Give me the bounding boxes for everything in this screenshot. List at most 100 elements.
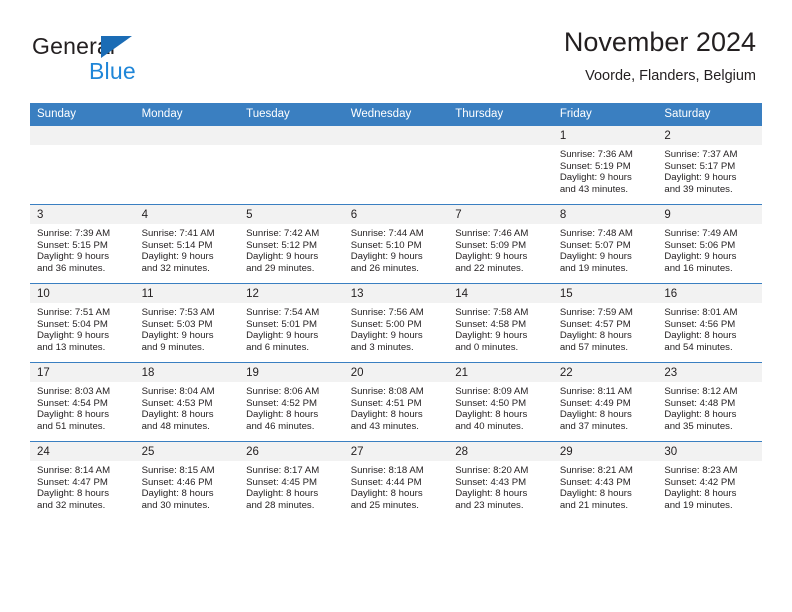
daylight-duration-line1: Daylight: 9 hours xyxy=(350,251,423,263)
calendar-day-cell[interactable]: 3 Sunrise: 7:39 AM Sunset: 5:15 PM Daylight… xyxy=(30,204,135,284)
day-number: 25 xyxy=(134,442,240,461)
daylight-duration-line1: Daylight: 9 hours xyxy=(37,251,109,263)
daylight-duration-line1: Daylight: 9 hours xyxy=(559,172,632,184)
sunset-time: Sunset: 5:06 PM xyxy=(664,239,736,251)
calendar-day-cell[interactable]: 9 Sunrise: 7:49 AM Sunset: 5:06 PM Daylight… xyxy=(657,204,762,284)
location-subtitle: Voorde, Flanders, Belgium xyxy=(585,68,756,84)
day-details: Sunrise: 8:18 AM Sunset: 4:44 PM Daylight:… xyxy=(344,461,449,511)
calendar-day-cell[interactable]: 20 Sunrise: 8:08 AM Sunset: 4:51 PM Dayligh… xyxy=(343,362,449,442)
weekday-header-wednesday: Wednesday xyxy=(343,103,449,126)
daylight-duration-line2: and 21 minutes. xyxy=(559,499,629,511)
calendar-day-cell[interactable]: 21 Sunrise: 8:09 AM Sunset: 4:50 PM Dayligh… xyxy=(448,362,553,442)
calendar-day-cell[interactable]: 22 Sunrise: 8:11 AM Sunset: 4:49 PM Dayligh… xyxy=(552,362,658,442)
page-header: General Blue November 2024 Voorde, Fland… xyxy=(0,0,792,103)
day-details: Sunrise: 8:09 AM Sunset: 4:50 PM Daylight:… xyxy=(448,382,553,432)
sunset-time: Sunset: 4:51 PM xyxy=(350,397,422,409)
calendar-weekday-header: Sunday Monday Tuesday Wednesday Thursday… xyxy=(30,103,762,126)
sunrise-time: Sunrise: 7:41 AM xyxy=(141,228,215,239)
daylight-duration-line2: and 22 minutes. xyxy=(455,262,524,274)
day-details: Sunrise: 7:37 AM Sunset: 5:17 PM Daylight:… xyxy=(657,145,762,195)
blue-triangle-icon xyxy=(101,36,132,58)
daylight-duration-line1: Daylight: 9 hours xyxy=(246,251,319,263)
calendar-day-cell[interactable]: 1 Sunrise: 7:36 AM Sunset: 5:19 PM Daylight… xyxy=(552,125,658,205)
sunset-time: Sunset: 4:43 PM xyxy=(559,476,631,488)
day-details: Sunrise: 8:08 AM Sunset: 4:51 PM Daylight:… xyxy=(344,382,449,432)
calendar-day-cell[interactable]: 2 Sunrise: 7:37 AM Sunset: 5:17 PM Daylight… xyxy=(657,125,762,205)
day-number xyxy=(30,126,135,145)
day-number: 5 xyxy=(239,205,344,224)
daylight-duration-line1: Daylight: 8 hours xyxy=(455,409,528,421)
sunset-time: Sunset: 4:58 PM xyxy=(455,318,527,330)
calendar-day-cell[interactable]: 30 Sunrise: 8:23 AM Sunset: 4:42 PM Dayligh… xyxy=(657,441,762,520)
daylight-duration-line1: Daylight: 8 hours xyxy=(664,409,737,421)
calendar-day-cell[interactable]: 15 Sunrise: 7:59 AM Sunset: 4:57 PM Dayligh… xyxy=(552,283,658,363)
day-number: 7 xyxy=(448,205,553,224)
sunrise-time: Sunrise: 7:44 AM xyxy=(350,228,424,239)
daylight-duration-line2: and 26 minutes. xyxy=(350,262,419,274)
daylight-duration-line1: Daylight: 8 hours xyxy=(559,330,632,342)
day-details: Sunrise: 8:11 AM Sunset: 4:49 PM Daylight:… xyxy=(553,382,658,432)
daylight-duration-line2: and 54 minutes. xyxy=(664,341,733,353)
weekday-header-row: Sunday Monday Tuesday Wednesday Thursday… xyxy=(30,103,762,126)
daylight-duration-line1: Daylight: 8 hours xyxy=(141,409,214,421)
sunset-time: Sunset: 5:19 PM xyxy=(559,160,631,172)
logo-text-blue: Blue xyxy=(89,58,136,84)
day-details: Sunrise: 7:46 AM Sunset: 5:09 PM Daylight:… xyxy=(448,224,553,274)
sunrise-sunset-calendar: Sunday Monday Tuesday Wednesday Thursday… xyxy=(30,103,762,520)
calendar-day-cell[interactable]: 5 Sunrise: 7:42 AM Sunset: 5:12 PM Daylight… xyxy=(239,204,344,284)
calendar-day-cell[interactable]: 29 Sunrise: 8:21 AM Sunset: 4:43 PM Dayligh… xyxy=(552,441,658,520)
daylight-duration-line1: Daylight: 8 hours xyxy=(246,409,319,421)
calendar-day-cell[interactable]: 10 Sunrise: 7:51 AM Sunset: 5:04 PM Dayligh… xyxy=(30,283,135,363)
sunrise-time: Sunrise: 8:12 AM xyxy=(664,386,738,397)
day-number: 22 xyxy=(552,363,658,382)
day-number: 17 xyxy=(30,363,135,382)
day-number xyxy=(134,126,240,145)
daylight-duration-line2: and 9 minutes. xyxy=(141,341,205,353)
sunrise-time: Sunrise: 8:04 AM xyxy=(141,386,215,397)
daylight-duration-line2: and 40 minutes. xyxy=(455,420,524,432)
calendar-day-cell[interactable]: 7 Sunrise: 7:46 AM Sunset: 5:09 PM Daylight… xyxy=(448,204,553,284)
day-number: 6 xyxy=(343,205,449,224)
calendar-day-cell[interactable]: 6 Sunrise: 7:44 AM Sunset: 5:10 PM Daylight… xyxy=(343,204,449,284)
daylight-duration-line1: Daylight: 8 hours xyxy=(246,488,319,500)
daylight-duration-line1: Daylight: 8 hours xyxy=(37,488,109,500)
day-number: 15 xyxy=(552,284,658,303)
calendar-day-cell[interactable]: 23 Sunrise: 8:12 AM Sunset: 4:48 PM Dayligh… xyxy=(657,362,762,442)
daylight-duration-line1: Daylight: 9 hours xyxy=(455,330,528,342)
daylight-duration-line2: and 43 minutes. xyxy=(559,183,629,195)
day-number: 10 xyxy=(30,284,135,303)
day-details: Sunrise: 7:53 AM Sunset: 5:03 PM Daylight:… xyxy=(135,303,240,353)
calendar-day-cell[interactable]: 4 Sunrise: 7:41 AM Sunset: 5:14 PM Daylight… xyxy=(134,204,240,284)
calendar-day-cell[interactable]: 28 Sunrise: 8:20 AM Sunset: 4:43 PM Dayligh… xyxy=(448,441,553,520)
calendar-day-cell[interactable]: 27 Sunrise: 8:18 AM Sunset: 4:44 PM Dayligh… xyxy=(343,441,449,520)
sunrise-time: Sunrise: 7:58 AM xyxy=(455,307,529,318)
sunset-time: Sunset: 5:15 PM xyxy=(37,239,108,251)
weekday-header-thursday: Thursday xyxy=(448,103,553,126)
day-details: Sunrise: 8:01 AM Sunset: 4:56 PM Daylight:… xyxy=(657,303,762,353)
calendar-day-cell[interactable]: 24 Sunrise: 8:14 AM Sunset: 4:47 PM Dayligh… xyxy=(30,441,135,520)
day-details: Sunrise: 7:51 AM Sunset: 5:04 PM Daylight:… xyxy=(30,303,135,353)
day-number: 28 xyxy=(448,442,553,461)
calendar-day-cell[interactable]: 18 Sunrise: 8:04 AM Sunset: 4:53 PM Dayligh… xyxy=(134,362,240,442)
daylight-duration-line1: Daylight: 8 hours xyxy=(350,409,423,421)
calendar-day-cell[interactable]: 19 Sunrise: 8:06 AM Sunset: 4:52 PM Dayligh… xyxy=(239,362,344,442)
calendar-day-cell[interactable]: 13 Sunrise: 7:56 AM Sunset: 5:00 PM Dayligh… xyxy=(343,283,449,363)
day-details: Sunrise: 8:03 AM Sunset: 4:54 PM Daylight:… xyxy=(30,382,135,432)
day-details: Sunrise: 8:14 AM Sunset: 4:47 PM Daylight:… xyxy=(30,461,135,511)
calendar-day-cell[interactable]: 25 Sunrise: 8:15 AM Sunset: 4:46 PM Dayligh… xyxy=(134,441,240,520)
calendar-day-cell[interactable]: 12 Sunrise: 7:54 AM Sunset: 5:01 PM Dayligh… xyxy=(239,283,344,363)
sunset-time: Sunset: 5:03 PM xyxy=(141,318,213,330)
calendar-day-cell[interactable]: 17 Sunrise: 8:03 AM Sunset: 4:54 PM Dayligh… xyxy=(30,362,135,442)
daylight-duration-line2: and 30 minutes. xyxy=(141,499,210,511)
day-details: Sunrise: 8:20 AM Sunset: 4:43 PM Daylight:… xyxy=(448,461,553,511)
calendar-day-cell[interactable]: 16 Sunrise: 8:01 AM Sunset: 4:56 PM Dayligh… xyxy=(657,283,762,363)
day-number: 20 xyxy=(343,363,449,382)
sunrise-time: Sunrise: 7:42 AM xyxy=(246,228,320,239)
calendar-day-cell[interactable]: 11 Sunrise: 7:53 AM Sunset: 5:03 PM Dayligh… xyxy=(134,283,240,363)
daylight-duration-line2: and 28 minutes. xyxy=(246,499,315,511)
calendar-day-cell[interactable]: 14 Sunrise: 7:58 AM Sunset: 4:58 PM Dayligh… xyxy=(448,283,553,363)
day-number: 27 xyxy=(343,442,449,461)
calendar-day-cell[interactable]: 26 Sunrise: 8:17 AM Sunset: 4:45 PM Dayligh… xyxy=(239,441,344,520)
calendar-day-cell[interactable]: 8 Sunrise: 7:48 AM Sunset: 5:07 PM Daylight… xyxy=(552,204,658,284)
day-details: Sunrise: 7:41 AM Sunset: 5:14 PM Daylight:… xyxy=(135,224,240,274)
